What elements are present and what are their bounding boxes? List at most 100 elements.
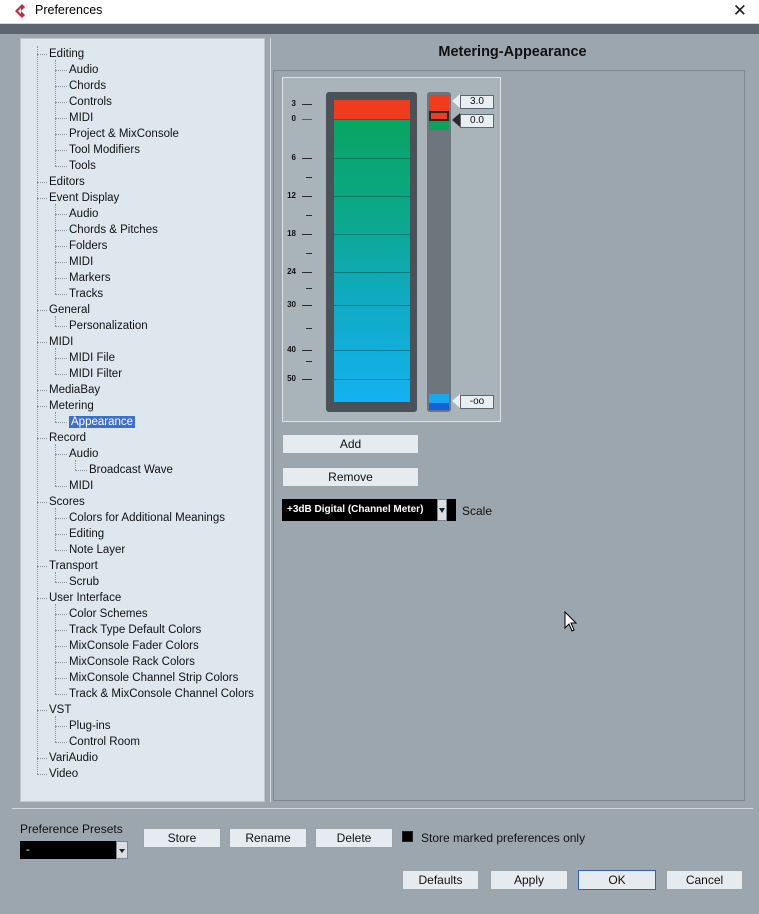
tree-item-label: Controls bbox=[69, 96, 112, 108]
tree-item[interactable]: Personalization bbox=[69, 318, 148, 334]
color-gradient-meter[interactable] bbox=[427, 92, 451, 412]
page-title: Metering-Appearance bbox=[438, 44, 587, 60]
tree-item[interactable]: Broadcast Wave bbox=[89, 462, 173, 478]
meter-scale-tick bbox=[306, 328, 312, 329]
tree-item[interactable]: Folders bbox=[69, 238, 107, 254]
tree-connector bbox=[55, 166, 67, 167]
handle-value-top[interactable]: 3.0 bbox=[460, 95, 494, 109]
tree-item[interactable]: Appearance bbox=[69, 414, 136, 430]
tree-item[interactable]: Tools bbox=[69, 158, 96, 174]
tree-item[interactable]: Video bbox=[49, 766, 78, 782]
handle-pin-selected[interactable] bbox=[452, 113, 460, 127]
tree-item[interactable]: Plug-ins bbox=[69, 718, 111, 734]
handle-pin-bottom[interactable] bbox=[452, 394, 460, 408]
tree-item[interactable]: Note Layer bbox=[69, 542, 125, 558]
meter-preview: 3 0 6 12 18 24 30 40 50 3.0 0.0 -oo bbox=[282, 77, 501, 422]
tree-item-label: Audio bbox=[69, 448, 99, 460]
tree-item[interactable]: MIDI bbox=[69, 478, 93, 494]
tree-connector bbox=[55, 614, 67, 615]
tree-item[interactable]: Track & MixConsole Channel Colors bbox=[69, 686, 254, 702]
tree-connector bbox=[55, 246, 67, 247]
tree-item[interactable]: Editors bbox=[49, 174, 85, 190]
tree-item[interactable]: User Interface bbox=[49, 590, 121, 606]
tree-item[interactable]: Audio bbox=[69, 62, 98, 78]
ok-button[interactable]: OK bbox=[578, 870, 656, 890]
tree-connector bbox=[55, 508, 56, 550]
tree-item[interactable]: MIDI File bbox=[69, 350, 115, 366]
tree-item[interactable]: MediaBay bbox=[49, 382, 100, 398]
tree-item[interactable]: Markers bbox=[69, 270, 111, 286]
tree-item[interactable]: Tracks bbox=[69, 286, 103, 302]
tree-item[interactable]: Colors for Additional Meanings bbox=[69, 510, 225, 526]
tree-item[interactable]: Chords bbox=[69, 78, 106, 94]
handle-value-bottom[interactable]: -oo bbox=[460, 395, 494, 409]
tree-item[interactable]: Controls bbox=[69, 94, 112, 110]
tree-item[interactable]: Scrub bbox=[69, 574, 99, 590]
dialog-body: Editing Audio Chords Controls MIDI Project & … bbox=[0, 24, 759, 914]
tree-item-label: MIDI bbox=[69, 256, 94, 268]
tree-item[interactable]: MIDI Filter bbox=[69, 366, 122, 382]
tree-connector bbox=[55, 316, 56, 326]
cancel-button[interactable]: Cancel bbox=[666, 870, 743, 890]
tree-item-label: Record bbox=[49, 432, 87, 444]
tree-item-label: MIDI bbox=[69, 112, 94, 124]
meter-bar-housing bbox=[326, 92, 417, 412]
tree-item[interactable]: Event Display bbox=[49, 190, 119, 206]
tree-connector bbox=[55, 134, 67, 135]
tree-connector bbox=[55, 604, 56, 694]
tree-connector bbox=[37, 390, 47, 391]
tree-item[interactable]: MixConsole Channel Strip Colors bbox=[69, 670, 238, 686]
tree-item[interactable]: MixConsole Fader Colors bbox=[69, 638, 199, 654]
tree-item-label: Project & MixConsole bbox=[69, 128, 179, 140]
tree-item-label: MediaBay bbox=[49, 384, 101, 396]
tree-item[interactable]: MixConsole Rack Colors bbox=[69, 654, 195, 670]
add-button[interactable]: Add bbox=[282, 434, 419, 454]
handle-value-selected[interactable]: 0.0 bbox=[460, 114, 494, 128]
tree-connector bbox=[55, 214, 67, 215]
tree-item-label: MixConsole Rack Colors bbox=[69, 656, 195, 668]
scale-select[interactable]: +3dB Digital (Channel Meter) bbox=[282, 499, 456, 521]
meter-scale-label: 50 bbox=[287, 374, 296, 383]
tree-item[interactable]: Editing bbox=[69, 526, 104, 542]
tree-item[interactable]: Track Type Default Colors bbox=[69, 622, 201, 638]
meter-scale-tick bbox=[302, 158, 312, 159]
tree-item[interactable]: Control Room bbox=[69, 734, 140, 750]
window-title: Preferences bbox=[35, 3, 103, 17]
presets-select[interactable]: - bbox=[20, 841, 128, 859]
tree-connector bbox=[37, 438, 47, 439]
tree-item[interactable]: Color Schemes bbox=[69, 606, 148, 622]
tree-item-label: MIDI File bbox=[69, 352, 115, 364]
handle-pin-top[interactable] bbox=[452, 94, 460, 108]
tree-item[interactable]: Project & MixConsole bbox=[69, 126, 179, 142]
tree-item-label: Folders bbox=[69, 240, 108, 252]
tree-item-label: MixConsole Fader Colors bbox=[69, 640, 199, 652]
meter-scale-tick bbox=[302, 350, 312, 351]
tree-connector bbox=[37, 198, 47, 199]
store-button[interactable]: Store bbox=[143, 828, 221, 848]
gradient-selected-segment[interactable] bbox=[429, 111, 449, 121]
tree-item[interactable]: MIDI bbox=[49, 334, 73, 350]
meter-scale-label: 3 bbox=[291, 99, 296, 108]
tree-item[interactable]: VST bbox=[49, 702, 71, 718]
tree-item[interactable]: Audio bbox=[69, 446, 98, 462]
defaults-button[interactable]: Defaults bbox=[402, 870, 479, 890]
tree-item-label: Colors for Additional Meanings bbox=[69, 512, 225, 524]
rename-button[interactable]: Rename bbox=[229, 828, 307, 848]
delete-button[interactable]: Delete bbox=[315, 828, 393, 848]
tree-item[interactable]: MIDI bbox=[69, 254, 93, 270]
close-icon[interactable]: ✕ bbox=[733, 0, 747, 22]
tree-item[interactable]: Chords & Pitches bbox=[69, 222, 158, 238]
tree-item[interactable]: Transport bbox=[49, 558, 98, 574]
tree-connector bbox=[55, 294, 67, 295]
preferences-tree[interactable]: Editing Audio Chords Controls MIDI Project & … bbox=[20, 38, 265, 802]
store-marked-checkbox[interactable] bbox=[402, 831, 413, 842]
apply-button[interactable]: Apply bbox=[490, 870, 568, 890]
tree-item[interactable]: Audio bbox=[69, 206, 98, 222]
tree-item[interactable]: MIDI bbox=[69, 110, 93, 126]
tree-item[interactable]: Tool Modifiers bbox=[69, 142, 140, 158]
chevron-down-icon[interactable] bbox=[116, 841, 128, 859]
chevron-down-icon[interactable] bbox=[437, 499, 447, 521]
tree-item[interactable]: VariAudio bbox=[49, 750, 98, 766]
remove-button[interactable]: Remove bbox=[282, 467, 419, 487]
tree-connector bbox=[55, 412, 56, 422]
